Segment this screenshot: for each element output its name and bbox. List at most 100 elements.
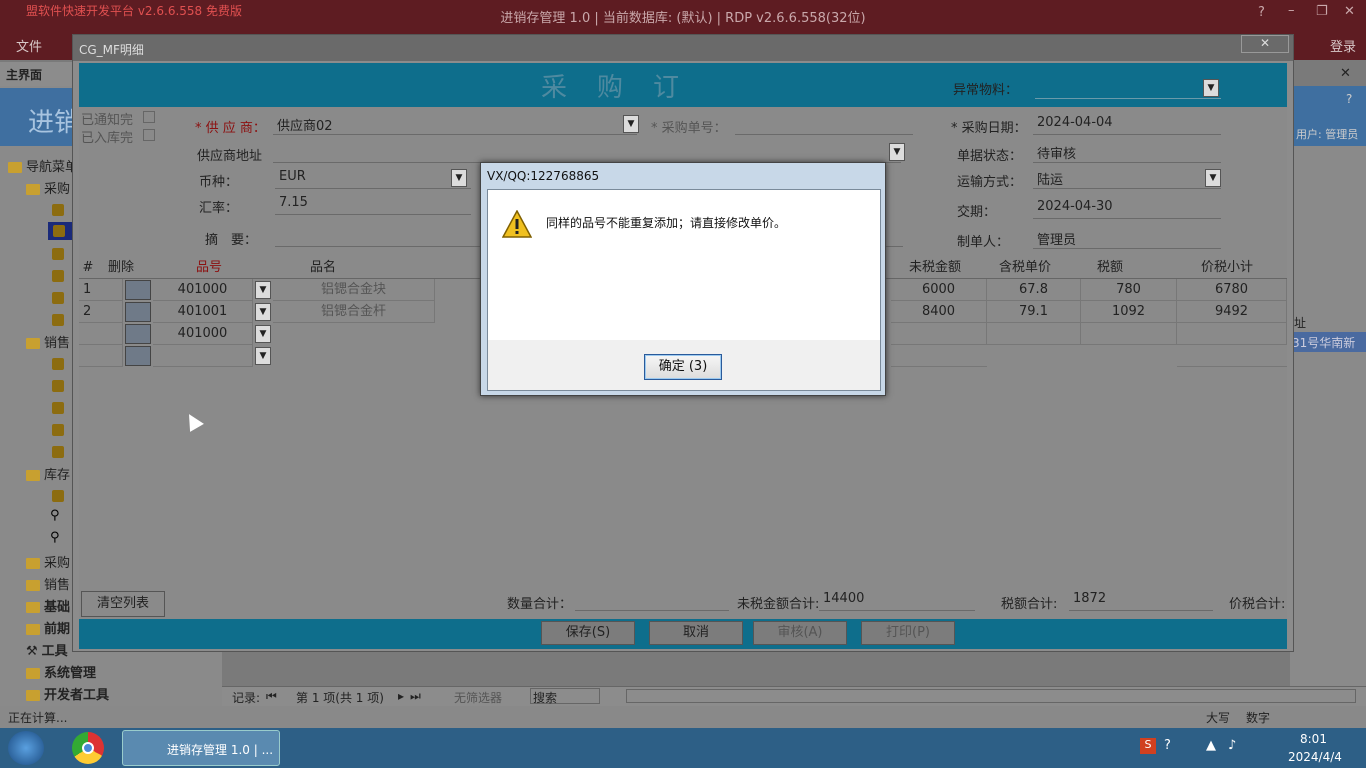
save-button[interactable]: 保存(S) — [541, 621, 635, 645]
ime-icon[interactable]: S — [1140, 738, 1156, 754]
nav-item-prior[interactable]: 前期 — [26, 618, 70, 638]
nav-item-system[interactable]: 系统管理 — [26, 662, 96, 682]
clock-time[interactable]: 8:01 — [1300, 732, 1327, 746]
selected-item[interactable] — [48, 222, 72, 240]
help-icon[interactable]: ? — [1346, 92, 1352, 106]
bag-icon[interactable] — [52, 312, 64, 327]
taskbar-app-button[interactable]: 进销存管理 1.0 | ... — [122, 730, 280, 766]
chevron-down-icon[interactable]: ▼ — [889, 143, 905, 161]
minimize-icon[interactable]: – — [1288, 3, 1295, 18]
bag-icon[interactable] — [52, 202, 64, 217]
print-button[interactable]: 打印(P) — [861, 621, 955, 645]
next-record-icon[interactable]: ▸ — [398, 689, 404, 703]
tax-price-cell[interactable]: 79.1 — [987, 301, 1081, 323]
chevron-down-icon[interactable]: ▼ — [451, 169, 467, 187]
chevron-down-icon[interactable]: ▼ — [623, 115, 639, 133]
bag-icon[interactable] — [52, 356, 64, 371]
tab-main[interactable]: 主界面 — [6, 66, 42, 83]
supplier-select[interactable]: 供应商02 — [273, 115, 637, 135]
folder-icon — [26, 338, 40, 349]
nav-item-purchase[interactable]: 采购 — [26, 178, 70, 198]
bag-icon[interactable] — [52, 444, 64, 459]
date-field[interactable]: 2024-04-04 — [1033, 115, 1221, 135]
rate-field[interactable]: 7.15 — [275, 195, 471, 215]
bag-icon[interactable] — [52, 488, 64, 503]
delivery-field[interactable]: 2024-04-30 — [1033, 199, 1221, 219]
clear-list-button[interactable]: 清空列表 — [81, 591, 165, 617]
tray-arrow-icon[interactable]: ▲ — [1206, 738, 1216, 753]
ok-button[interactable]: 确定 (3) — [644, 354, 722, 380]
code-cell[interactable] — [153, 345, 253, 367]
close-icon[interactable]: ✕ — [1344, 4, 1355, 19]
tax-price-cell[interactable]: 67.8 — [987, 279, 1081, 301]
dialog-content: 同样的品号不能重复添加；请直接修改单价。 确定 (3) — [487, 189, 881, 391]
horizontal-scrollbar[interactable] — [626, 689, 1356, 703]
address-field[interactable] — [273, 143, 901, 163]
bag-icon[interactable] — [52, 400, 64, 415]
bag-icon[interactable] — [52, 422, 64, 437]
close-tab-icon[interactable]: ✕ — [1340, 66, 1351, 81]
user-label: 用户: 管理员 — [1296, 128, 1359, 141]
start-button[interactable] — [8, 731, 44, 765]
notified-checkbox[interactable] — [143, 111, 155, 123]
dialog-footer: 确定 (3) — [488, 340, 880, 390]
qty-total-field — [575, 591, 729, 611]
order-no-label: * 采购单号： — [651, 121, 727, 136]
chrome-icon[interactable] — [72, 732, 104, 764]
bag-icon[interactable] — [52, 290, 64, 305]
login-button[interactable]: 登录 — [1330, 36, 1356, 55]
code-cell[interactable]: 401001 — [153, 301, 253, 323]
delete-row-icon[interactable] — [125, 324, 151, 344]
help-icon[interactable]: ? — [1258, 5, 1265, 20]
cancel-button[interactable]: 取消 — [649, 621, 743, 645]
nav-item-basic[interactable]: 基础 — [26, 596, 70, 616]
first-record-icon[interactable]: ⏮ — [266, 689, 277, 704]
bag-icon[interactable] — [52, 378, 64, 393]
volume-icon[interactable]: ♪ — [1228, 738, 1236, 753]
maximize-icon[interactable]: ❐ — [1316, 4, 1328, 19]
no-filter-button[interactable]: 无筛选器 — [454, 689, 502, 706]
chevron-down-icon[interactable]: ▼ — [255, 281, 271, 299]
help-tray-icon[interactable]: ? — [1164, 738, 1171, 753]
currency-select[interactable]: EUR — [275, 169, 471, 189]
audit-button[interactable]: 审核(A) — [753, 621, 847, 645]
abnormal-select[interactable] — [1035, 77, 1221, 99]
chevron-down-icon[interactable]: ▼ — [255, 347, 271, 365]
chevron-down-icon[interactable]: ▼ — [255, 325, 271, 343]
menu-file[interactable]: 文件 — [16, 36, 42, 55]
nav-item-devtools[interactable]: 开发者工具 — [26, 684, 109, 704]
transport-select[interactable]: 陆运 — [1033, 169, 1221, 189]
code-cell[interactable]: 401000 — [153, 279, 253, 301]
search-icon[interactable]: ⚲ — [50, 508, 60, 523]
nav-item-sales-2[interactable]: 销售 — [26, 574, 70, 594]
search-icon[interactable]: ⚲ — [50, 530, 60, 545]
last-record-icon[interactable]: ⏭ — [410, 689, 421, 704]
bag-icon[interactable] — [52, 246, 64, 261]
tax-total-label: 税额合计: — [1001, 597, 1058, 612]
folder-icon — [26, 580, 40, 591]
col-no: # — [82, 260, 94, 275]
nav-item-tools[interactable]: ⚒ 工具 — [26, 640, 68, 660]
order-no-field[interactable] — [735, 115, 913, 135]
search-input[interactable]: 搜索 — [530, 688, 600, 705]
delete-row-icon[interactable] — [125, 302, 151, 322]
chevron-down-icon[interactable]: ▼ — [255, 303, 271, 321]
nav-root[interactable]: 导航菜单 — [8, 156, 78, 176]
chevron-down-icon[interactable]: ▼ — [1203, 79, 1219, 97]
stocked-checkbox[interactable] — [143, 129, 155, 141]
clock-date[interactable]: 2024/4/4 — [1288, 750, 1342, 764]
child-close-icon[interactable]: ✕ — [1241, 35, 1289, 53]
form-footer: 保存(S) 取消 审核(A) 打印(P) — [79, 619, 1287, 649]
delete-row-icon[interactable] — [125, 280, 151, 300]
total-cell: 9492 — [1177, 301, 1287, 323]
chevron-down-icon[interactable]: ▼ — [1205, 169, 1221, 187]
nav-item-purchase-2[interactable]: 采购 — [26, 552, 70, 572]
grand-total-label: 价税合计: — [1229, 597, 1286, 612]
code-cell[interactable]: 401000 — [153, 323, 253, 345]
delete-row-icon[interactable] — [125, 346, 151, 366]
nav-item-stock[interactable]: 库存 — [26, 464, 70, 484]
transport-label: 运输方式： — [957, 175, 1023, 190]
bag-icon[interactable] — [52, 268, 64, 283]
address-cell[interactable]: 31号华南新 — [1290, 332, 1366, 352]
nav-item-sales[interactable]: 销售 — [26, 332, 70, 352]
